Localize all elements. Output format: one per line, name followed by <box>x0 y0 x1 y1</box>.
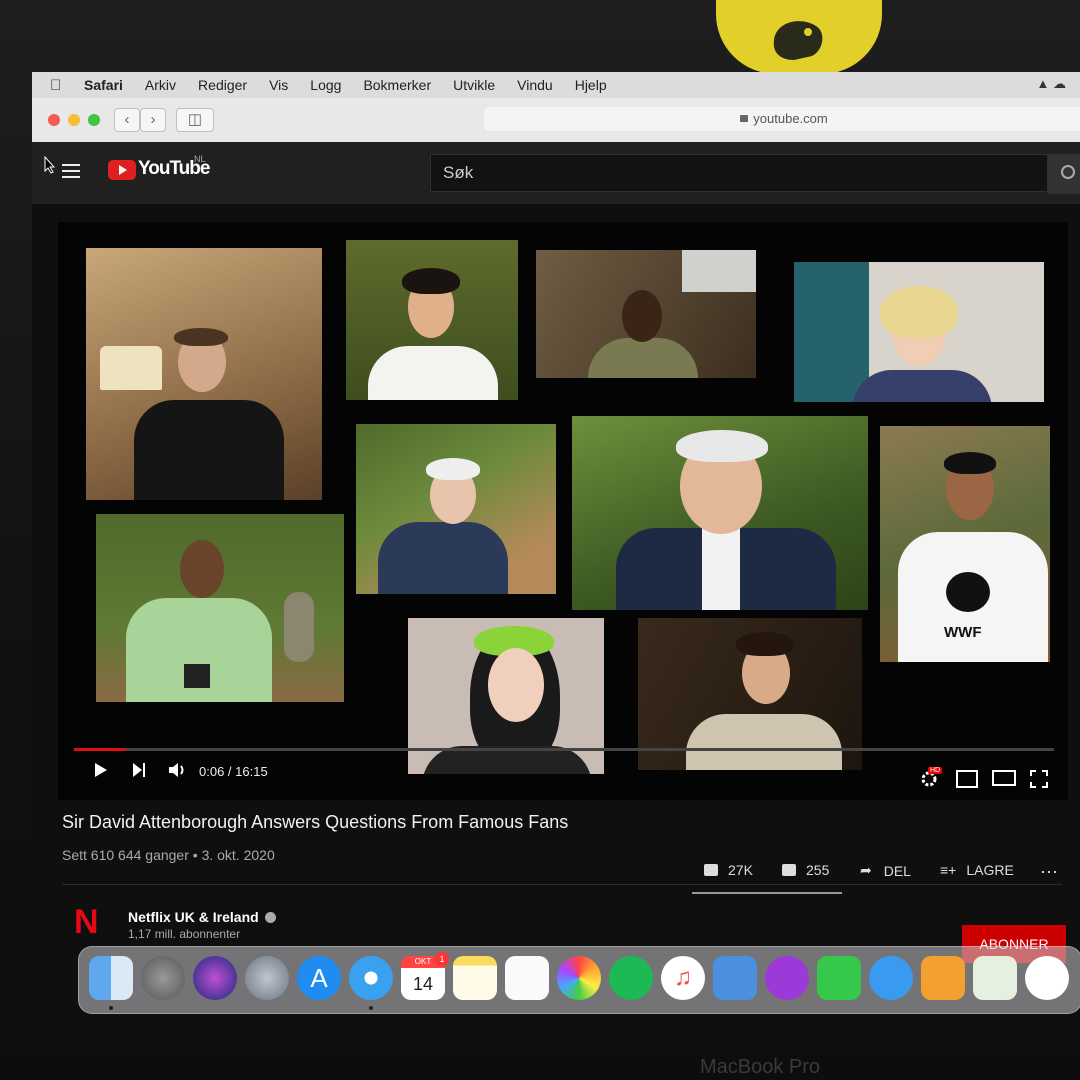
notes-icon[interactable] <box>453 956 497 1000</box>
menu-logg[interactable]: Logg <box>310 77 341 93</box>
menu-arkiv[interactable]: Arkiv <box>145 77 176 93</box>
like-count: 27K <box>728 862 753 878</box>
video-title: Sir David Attenborough Answers Questions… <box>62 812 569 832</box>
search-box <box>430 154 1048 192</box>
zoom-window-button[interactable] <box>88 114 100 126</box>
safari-toolbar: ‹ › ◫ youtube.com <box>32 98 1080 143</box>
subscriber-count: 1,17 mill. abonnenter <box>128 927 241 941</box>
menu-utvikle[interactable]: Utvikle <box>453 77 495 93</box>
laptop-brand: MacBook Pro <box>700 1056 821 1078</box>
system-preferences-icon[interactable] <box>141 956 185 1000</box>
save-label: LAGRE <box>966 862 1014 878</box>
safari-icon[interactable] <box>349 956 393 1010</box>
video-tile: WWF <box>880 426 1050 662</box>
address-text: youtube.com <box>753 111 828 126</box>
menu-vindu[interactable]: Vindu <box>517 77 553 93</box>
volume-icon[interactable] <box>168 762 186 778</box>
screen:  Safari Arkiv Rediger Vis Logg Bokmerke… <box>32 72 1080 1030</box>
channel-name: Netflix UK & Ireland <box>128 909 259 925</box>
share-label: DEL <box>883 862 911 879</box>
app-store-icon[interactable]: A <box>297 956 341 1000</box>
video-tile <box>572 416 868 610</box>
pages-icon[interactable] <box>921 956 965 1000</box>
video-tile <box>96 514 344 702</box>
menu-vis[interactable]: Vis <box>269 77 288 93</box>
youtube-header: YouTube NL <box>32 142 1080 204</box>
spotify-icon[interactable] <box>609 956 653 1000</box>
thumbs-up-icon <box>704 864 718 876</box>
more-actions-icon[interactable]: ⋯ <box>1040 862 1058 883</box>
region-code: NL <box>194 154 206 164</box>
numbers-icon[interactable] <box>973 956 1017 1000</box>
fullscreen-icon[interactable] <box>1030 770 1048 788</box>
mac-menubar:  Safari Arkiv Rediger Vis Logg Bokmerke… <box>32 72 1080 98</box>
share-button[interactable]: ➦ DEL <box>860 862 911 879</box>
calendar-icon[interactable]: OKT 14 1 <box>401 952 449 1000</box>
calendar-badge: 1 <box>435 952 449 966</box>
video-player[interactable]: WWF 0:06 / 16:15 HD <box>58 222 1068 800</box>
launchpad-icon[interactable] <box>245 956 289 1000</box>
video-meta: Sett 610 644 ganger • 3. okt. 2020 <box>62 847 275 863</box>
sidebar-toggle-button[interactable]: ◫ <box>176 108 214 132</box>
search-input[interactable] <box>441 155 1025 191</box>
dislike-button[interactable]: 255 <box>782 862 829 878</box>
siri-icon[interactable] <box>193 956 237 1000</box>
menu-bokmerker[interactable]: Bokmerker <box>363 77 431 93</box>
video-tile <box>536 250 756 378</box>
back-button[interactable]: ‹ <box>114 108 140 132</box>
thumbs-down-icon <box>782 864 796 876</box>
video-tile <box>356 424 556 594</box>
lock-icon <box>740 115 749 122</box>
reminders-icon[interactable] <box>505 956 549 1000</box>
video-tile <box>86 248 322 500</box>
menu-rediger[interactable]: Rediger <box>198 77 247 93</box>
like-ratio-bar <box>692 892 842 894</box>
next-icon[interactable] <box>132 762 146 778</box>
like-button[interactable]: 27K <box>704 862 753 878</box>
dislike-count: 255 <box>806 862 830 878</box>
apple-icon[interactable]:  <box>50 77 72 94</box>
progress-bar[interactable] <box>74 748 1054 751</box>
playlist-add-icon: ≡+ <box>940 862 957 878</box>
close-window-button[interactable] <box>48 114 60 126</box>
search-button[interactable] <box>1048 154 1080 194</box>
progress-fill <box>74 748 126 751</box>
chameleon-icon <box>773 21 823 60</box>
play-icon[interactable] <box>94 762 108 778</box>
youtube-logo-icon[interactable] <box>108 160 136 180</box>
messages-icon[interactable] <box>869 956 913 1000</box>
menu-icon[interactable] <box>62 164 80 178</box>
time-display: 0:06 / 16:15 <box>199 764 268 779</box>
slack-icon[interactable] <box>1025 956 1069 1000</box>
menu-hjelp[interactable]: Hjelp <box>575 77 607 93</box>
hd-badge: HD <box>928 767 943 774</box>
miniplayer-icon[interactable] <box>956 770 978 788</box>
tshirt-text: WWF <box>944 624 982 641</box>
verified-icon <box>264 912 276 923</box>
music-icon[interactable]: ♫ <box>661 956 705 1000</box>
dock: A OKT 14 1 ♫ <box>78 946 1080 1014</box>
vlc-icon[interactable]: ▲ ☁ <box>1037 76 1066 92</box>
share-icon: ➦ <box>860 862 872 878</box>
finder-icon[interactable] <box>89 956 133 1010</box>
calendar-day: 14 <box>412 974 434 994</box>
netflix-logo-icon[interactable]: N <box>74 904 99 940</box>
address-bar[interactable]: youtube.com <box>484 107 1080 131</box>
mouse-cursor-icon <box>44 156 56 174</box>
forward-button[interactable]: › <box>140 108 166 132</box>
podcasts-icon[interactable] <box>765 956 809 1000</box>
save-button[interactable]: ≡+ LAGRE <box>940 862 1014 878</box>
keynote-icon[interactable] <box>713 956 757 1000</box>
theater-icon[interactable] <box>992 770 1016 786</box>
channel-name-row[interactable]: Netflix UK & Ireland <box>128 909 276 925</box>
facetime-icon[interactable] <box>817 956 861 1000</box>
photos-icon[interactable] <box>557 956 601 1000</box>
video-tile <box>346 240 518 400</box>
minimize-window-button[interactable] <box>68 114 80 126</box>
menu-safari[interactable]: Safari <box>84 77 123 93</box>
divider <box>62 884 1062 885</box>
video-tile <box>794 262 1044 402</box>
search-icon <box>1061 165 1075 179</box>
